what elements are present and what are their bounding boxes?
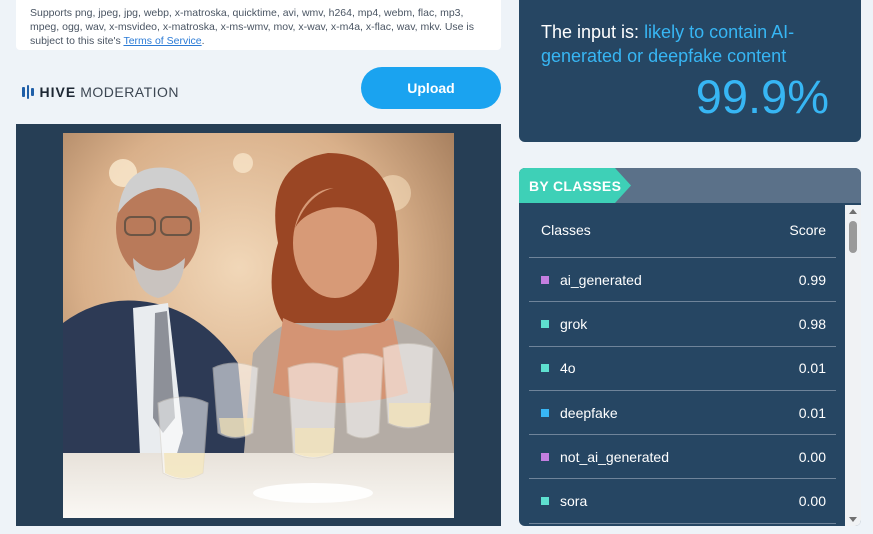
class-row: deepfake 0.01 [529, 391, 836, 436]
supported-formats-text: Supports png, jpeg, jpg, webp, x-matrosk… [30, 7, 474, 47]
uploaded-photo [63, 133, 454, 518]
class-row-label-group: sora [541, 493, 587, 509]
brand-subname: MODERATION [80, 84, 180, 100]
column-header-score: Score [789, 222, 826, 238]
class-color-swatch-icon [541, 408, 549, 417]
class-row: not_ai_generated 0.00 [529, 435, 836, 480]
tab-by-classes[interactable]: BY CLASSES [519, 168, 631, 203]
image-preview-panel [16, 124, 501, 526]
class-color-swatch-icon [541, 497, 549, 506]
hive-logo-icon [22, 85, 34, 99]
class-row-label-group: 4o [541, 360, 576, 376]
class-row: ai_generated 0.99 [529, 258, 836, 303]
class-row-label-group: not_ai_generated [541, 449, 669, 465]
classes-panel-header: BY CLASSES [519, 168, 861, 203]
classes-table-header: Classes Score [529, 203, 836, 258]
class-color-swatch-icon [541, 319, 549, 328]
class-row: grok 0.98 [529, 302, 836, 347]
terms-of-service-link[interactable]: Terms of Service [123, 35, 201, 47]
class-name: 4o [560, 360, 576, 377]
class-color-swatch-icon [541, 364, 549, 373]
column-header-classes: Classes [541, 222, 591, 238]
brand-name: HIVE [39, 84, 77, 100]
scrollbar-thumb[interactable] [849, 221, 857, 253]
class-name: grok [560, 315, 588, 332]
class-name: not_ai_generated [560, 448, 669, 465]
class-score: 0.99 [798, 271, 826, 288]
class-row-label-group: deepfake [541, 405, 618, 421]
result-percentage: 99.9% [695, 70, 829, 123]
class-score: 0.01 [798, 404, 826, 421]
scroll-up-arrow-icon[interactable] [849, 209, 857, 214]
class-score: 0.00 [798, 448, 826, 465]
class-score: 0.98 [798, 315, 826, 332]
class-color-swatch-icon [541, 275, 549, 284]
class-row-label-group: grok [541, 316, 587, 332]
class-name: sora [560, 493, 588, 510]
class-name: ai_generated [560, 271, 642, 288]
result-prefix: The input is: [541, 22, 645, 42]
classes-panel: BY CLASSES Classes Score ai_generated 0.9… [519, 168, 861, 526]
class-score: 0.00 [798, 493, 826, 510]
class-row-label-group: ai_generated [541, 272, 642, 288]
class-color-swatch-icon [541, 452, 549, 461]
class-score: 0.01 [798, 360, 826, 377]
scroll-down-arrow-icon[interactable] [849, 517, 857, 522]
classes-scrollbar[interactable] [845, 205, 861, 526]
classes-table: Classes Score ai_generated 0.99 grok 0.98 4o… [529, 203, 836, 524]
class-name: deepfake [560, 404, 618, 421]
hive-moderation-logo: HIVE MODERATION [22, 83, 179, 101]
result-statement: The input is: likely to contain AI-gener… [541, 20, 841, 68]
result-card: The input is: likely to contain AI-gener… [519, 0, 861, 142]
upload-info-card: Supports png, jpeg, jpg, webp, x-matrosk… [16, 0, 501, 50]
class-row: sora 0.00 [529, 479, 836, 524]
class-row: 4o 0.01 [529, 347, 836, 391]
upload-button[interactable]: Upload [361, 67, 501, 109]
